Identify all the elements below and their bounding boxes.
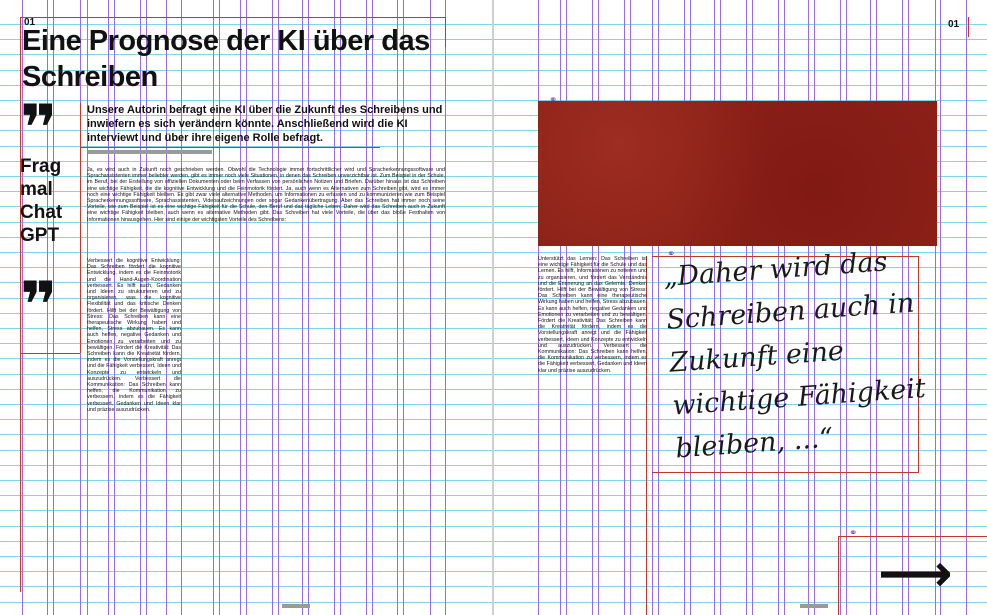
right-page-tab <box>800 604 828 608</box>
left-page-tab <box>282 604 310 608</box>
side-frame-right <box>80 103 81 353</box>
pagenum-frame-right <box>968 17 969 37</box>
spread-spine <box>492 0 494 615</box>
left-column-text[interactable]: Verbessert die kognitive Entwicklung: Da… <box>87 258 181 563</box>
column-guide <box>940 0 941 615</box>
title-frame-top <box>20 17 445 18</box>
arrow-frame-top <box>838 536 987 537</box>
side-label-line: GPT <box>20 225 60 246</box>
next-arrow-icon[interactable]: ⟶ <box>878 548 953 600</box>
side-label[interactable]: Frag mal Chat GPT <box>20 155 62 247</box>
right-page-number: 01 <box>948 19 960 30</box>
article-title[interactable]: Eine Prognose der KI über das Schreiben <box>22 23 452 95</box>
arrow-frame-left <box>838 536 839 615</box>
frame-overflow-marker <box>88 150 212 154</box>
column-guide <box>658 0 659 615</box>
quote-close-icon: ❞ <box>20 269 58 343</box>
side-frame-bottom <box>20 353 80 354</box>
right-column-text[interactable]: Unterstützt das Lernen: Das Schreiben is… <box>538 256 647 501</box>
intro-text-frame[interactable]: Ja, es wird auch in Zukunft noch geschri… <box>87 167 445 259</box>
link-icon: ⚭ <box>549 95 558 106</box>
quote-open-icon: ❞ <box>20 92 58 166</box>
column-guide <box>652 0 653 615</box>
header-photo[interactable] <box>538 101 937 246</box>
handwritten-quote[interactable]: „Daher wird das Schreiben auch in Zukunf… <box>662 238 936 471</box>
link-icon: ⚭ <box>849 528 858 539</box>
side-label-line: Chat <box>20 202 63 223</box>
column-guide <box>966 0 967 615</box>
article-lede[interactable]: Unsere Autorin befragt eine KI über die … <box>87 103 443 145</box>
side-label-line: Frag <box>20 156 62 177</box>
lede-frame-bottom <box>80 147 380 148</box>
quote-frame-bottom <box>652 472 919 473</box>
column-guide <box>935 0 936 615</box>
side-label-line: mal <box>20 179 53 200</box>
